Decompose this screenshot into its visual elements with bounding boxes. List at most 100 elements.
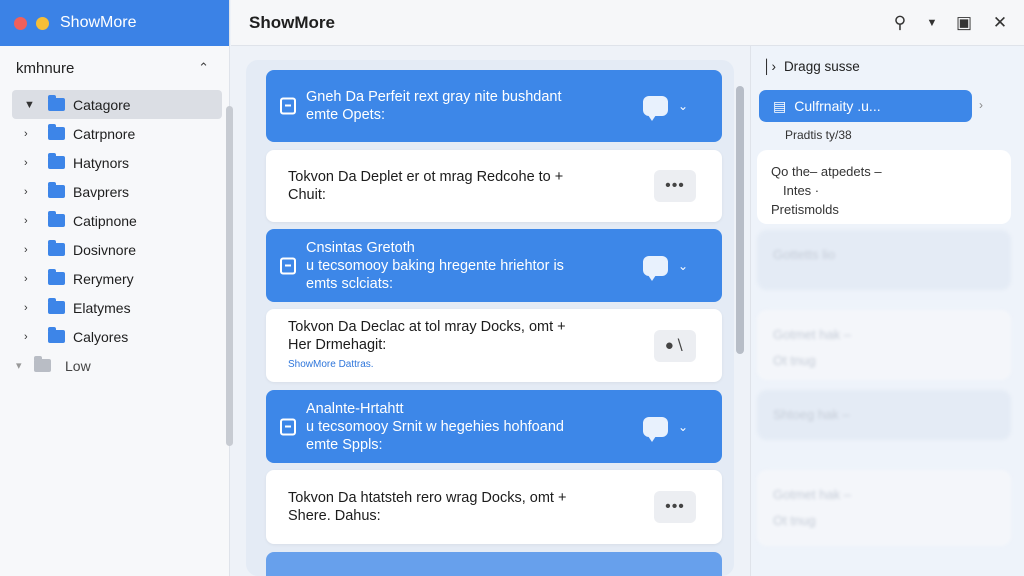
chevron-down-icon[interactable]: ⌄ bbox=[678, 420, 688, 434]
tree-item-label: Low bbox=[65, 357, 91, 374]
card-line: u tecsomooy baking hregente hriehtor is bbox=[306, 257, 564, 274]
panel-ghost-card: Gotmet hak – Ot tnug bbox=[757, 310, 1011, 380]
card-line: Tokvon Da Declac at tol mray Docks, omt … bbox=[288, 318, 566, 335]
close-icon[interactable]: ✕ bbox=[990, 13, 1010, 33]
card-line: emte Opets: bbox=[306, 107, 385, 123]
card-line: Cnsintas Gretoth bbox=[306, 239, 415, 256]
expand-right-icon[interactable]: › bbox=[24, 331, 38, 343]
tree-item-0[interactable]: ▼ Catagore bbox=[12, 90, 222, 119]
expand-right-icon[interactable]: › bbox=[24, 244, 38, 256]
panel-card-line: Intes · bbox=[783, 183, 820, 198]
page-title: ShowMore bbox=[249, 12, 335, 32]
chevron-down-icon[interactable]: ⌄ bbox=[678, 99, 688, 113]
tree-item-label: Calyores bbox=[73, 328, 129, 345]
sidebar-scrollbar[interactable] bbox=[226, 106, 233, 446]
tree-item-4[interactable]: › Catipnone bbox=[12, 206, 222, 235]
collapsed-dot-icon: ▾ bbox=[16, 360, 22, 372]
minimize-window-dot[interactable] bbox=[36, 16, 49, 30]
card-line: Shere. Dahus: bbox=[288, 508, 381, 524]
card-text: Tokvon Da htatsteh rero wrag Docks, omt … bbox=[288, 489, 618, 525]
tree-item-8[interactable]: › Calyores bbox=[12, 322, 222, 351]
list-card-partial bbox=[266, 552, 722, 576]
folder-icon bbox=[48, 182, 65, 198]
tree-item-2[interactable]: › Hatynors bbox=[12, 148, 222, 177]
chevron-up-icon[interactable]: ⌃ bbox=[198, 60, 209, 76]
panel-card-line: Pretismolds bbox=[771, 202, 839, 217]
list-card-3[interactable]: Tokvon Da Declac at tol mray Docks, omt … bbox=[266, 309, 722, 382]
tree-item-label: Dosivnore bbox=[73, 241, 137, 258]
folder-icon bbox=[48, 240, 65, 256]
document-icon: ▤ bbox=[773, 97, 787, 114]
list-card-0[interactable]: Gneh Da Perfeit rext gray nite bushdant … bbox=[266, 70, 722, 142]
dropdown-caret-icon[interactable]: ▼ bbox=[926, 17, 938, 29]
ghost-line: Gottetts lio bbox=[773, 247, 836, 262]
chevron-right-icon[interactable]: › bbox=[979, 98, 983, 112]
comment-icon[interactable] bbox=[643, 255, 668, 281]
expand-right-icon[interactable]: › bbox=[24, 128, 38, 140]
expand-right-icon[interactable]: › bbox=[24, 273, 38, 285]
panel-primary-button[interactable]: ▤ Culfrnaity .u... bbox=[759, 90, 972, 122]
panel-subtitle: Pradtis ty/38 bbox=[785, 128, 852, 142]
expand-right-icon[interactable]: › bbox=[24, 186, 38, 198]
right-panel: │› Dragg susse ▤ Culfrnaity .u... › Prad… bbox=[750, 46, 1024, 576]
expand-right-icon[interactable]: › bbox=[24, 215, 38, 227]
tree-item-low[interactable]: ▾ Low bbox=[0, 351, 210, 380]
list-scrollbar[interactable] bbox=[736, 86, 744, 354]
ghost-line: Shtoeg hak – bbox=[773, 407, 850, 422]
sidebar: ShowMore kmhnure ⌃ ▼ Catagore › Catrpnor… bbox=[0, 0, 233, 576]
card-line: Her Drmehagit: bbox=[288, 336, 387, 353]
folder-icon bbox=[48, 95, 65, 111]
sidebar-titlebar: ShowMore bbox=[0, 0, 229, 46]
card-line: Tokvon Da htatsteh rero wrag Docks, omt … bbox=[288, 490, 567, 506]
tree-item-1[interactable]: › Catrpnore bbox=[12, 119, 222, 148]
tree-item-6[interactable]: › Rerymery bbox=[12, 264, 222, 293]
list-card-2[interactable]: Cnsintas Gretoth u tecsomooy baking hreg… bbox=[266, 229, 722, 302]
chevron-down-icon[interactable]: ⌄ bbox=[678, 259, 688, 273]
tree-item-label: Catrpnore bbox=[73, 125, 136, 142]
expand-right-icon[interactable]: › bbox=[24, 157, 38, 169]
list-card-1[interactable]: Tokvon Da Deplet er ot mrag Redcohe to +… bbox=[266, 150, 722, 222]
maximize-icon[interactable]: ▣ bbox=[954, 13, 974, 33]
ghost-line: Ot tnug bbox=[773, 513, 816, 528]
document-icon bbox=[280, 257, 296, 274]
panel-card[interactable]: Qo the– atpedets – Intes · Pretismolds bbox=[757, 150, 1011, 224]
card-text: Tokvon Da Deplet er ot mrag Redcohe to +… bbox=[288, 168, 618, 204]
card-line: Tokvon Da Deplet er ot mrag Redcohe to + bbox=[288, 169, 564, 185]
card-line: u tecsomooy Srnit w hegehies hohfoand bbox=[306, 418, 564, 435]
panel-ghost-card: Shtoeg hak – bbox=[757, 390, 1011, 440]
document-icon bbox=[280, 97, 296, 115]
expand-down-icon[interactable]: ▼ bbox=[24, 99, 38, 111]
list-card-4[interactable]: Analnte-Hrtahtt u tecsomooy Srnit w hege… bbox=[266, 390, 722, 463]
card-text: Analnte-Hrtahtt u tecsomooy Srnit w hege… bbox=[306, 400, 636, 454]
card-text: Tokvon Da Declac at tol mray Docks, omt … bbox=[288, 318, 618, 374]
close-window-dot[interactable] bbox=[14, 16, 27, 30]
share-button[interactable]: ●∖ bbox=[654, 329, 696, 362]
list-card-5[interactable]: Tokvon Da htatsteh rero wrag Docks, omt … bbox=[266, 470, 722, 544]
panel-ghost-card: Gottetts lio bbox=[757, 230, 1011, 290]
tree-item-5[interactable]: › Dosivnore bbox=[12, 235, 222, 264]
panel-card-line: Qo the– atpedets – bbox=[771, 164, 882, 179]
more-options-button[interactable]: ••• bbox=[654, 170, 696, 202]
sidebar-section-header[interactable]: kmhnure ⌃ bbox=[0, 46, 229, 90]
expand-right-icon[interactable]: › bbox=[24, 302, 38, 314]
card-link[interactable]: ShowMore Dattras. bbox=[288, 356, 618, 374]
card-text: Gneh Da Perfeit rext gray nite bushdant … bbox=[306, 88, 636, 124]
sidebar-section-label: kmhnure bbox=[16, 59, 75, 77]
app-name: ShowMore bbox=[60, 14, 137, 31]
more-options-button[interactable]: ••• bbox=[654, 491, 696, 523]
comment-icon[interactable] bbox=[643, 416, 668, 442]
right-panel-title: Dragg susse bbox=[783, 58, 860, 74]
tree-item-label: Elatymes bbox=[73, 299, 131, 316]
folder-icon bbox=[48, 153, 65, 169]
ghost-line: Ot tnug bbox=[773, 353, 816, 368]
card-list: Gneh Da Perfeit rext gray nite bushdant … bbox=[246, 60, 734, 576]
panel-ghost-card: Gotmet hak – Ot tnug bbox=[757, 470, 1011, 546]
tree-item-3[interactable]: › Bavprers bbox=[12, 177, 222, 206]
search-icon[interactable]: ⚲ bbox=[890, 13, 910, 33]
card-line: Chuit: bbox=[288, 187, 326, 203]
comment-icon[interactable] bbox=[643, 96, 668, 121]
tree-item-7[interactable]: › Elatymes bbox=[12, 293, 222, 322]
ghost-line: Gotmet hak – bbox=[773, 487, 852, 502]
panel-toggle-icon[interactable]: │› bbox=[763, 59, 776, 74]
panel-button-label: Culfrnaity .u... bbox=[794, 98, 881, 114]
